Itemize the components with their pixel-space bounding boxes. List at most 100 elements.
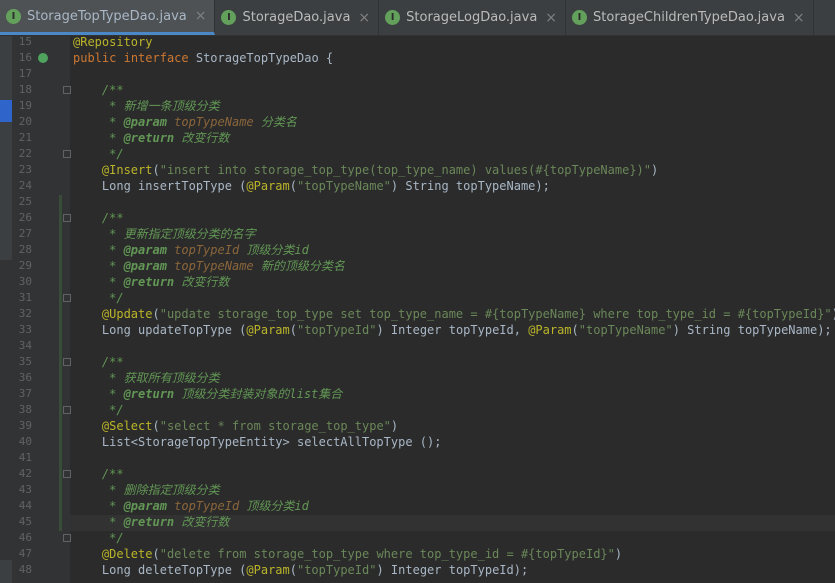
code-text[interactable]: * @return 改变行数 [73,130,229,146]
line-number: 44 [18,499,32,512]
fold-icon[interactable] [63,214,71,222]
line-number: 30 [18,275,32,288]
code-text[interactable]: Long insertTopType (@Param("topTypeName"… [73,178,550,194]
line-number: 34 [18,339,32,352]
code-line[interactable]: 48 Long deleteTopType (@Param("topTypeId… [0,562,835,578]
code-line[interactable]: 32 @Update("update storage_top_type set … [0,306,835,322]
code-line[interactable]: 35 /** [0,354,835,370]
code-line[interactable]: 41 [0,450,835,466]
code-line[interactable]: 27 * 更新指定顶级分类的名字 [0,226,835,242]
close-icon[interactable]: × [793,10,805,26]
line-number: 23 [18,163,32,176]
interface-icon: I [385,10,401,25]
fold-icon[interactable] [63,406,71,414]
code-line[interactable]: 47 @Delete("delete from storage_top_type… [0,546,835,562]
code-line[interactable]: 46 */ [0,530,835,546]
line-number: 29 [18,259,32,272]
code-text[interactable]: * 新增一条顶级分类 [73,98,219,114]
fold-icon[interactable] [63,358,71,366]
line-number: 15 [18,35,32,48]
code-text[interactable]: * 获取所有顶级分类 [73,370,219,386]
code-line[interactable]: 21 * @return 改变行数 [0,130,835,146]
tab-storage-top-type-dao[interactable]: I StorageTopTypeDao.java × [0,0,216,35]
line-number: 42 [18,467,32,480]
code-text[interactable]: * @return 改变行数 [73,274,229,290]
code-line[interactable]: 29 * @param topTypeName 新的顶级分类名 [0,258,835,274]
code-line[interactable]: 26 /** [0,210,835,226]
code-text[interactable]: */ [73,146,123,162]
code-line[interactable]: 20 * @param topTypeName 分类名 [0,114,835,130]
fold-icon[interactable] [63,470,71,478]
line-number: 39 [18,419,32,432]
tab-label: StorageDao.java [242,10,351,25]
line-number: 22 [18,147,32,160]
code-line[interactable]: 19 * 新增一条顶级分类 [0,98,835,114]
code-text[interactable]: * @param topTypeName 分类名 [73,114,297,130]
code-text[interactable]: */ [73,290,123,306]
tab-storage-log-dao[interactable]: I StorageLogDao.java × [379,0,567,35]
code-line[interactable]: 31 */ [0,290,835,306]
code-line[interactable]: 43 * 删除指定顶级分类 [0,482,835,498]
line-number: 19 [18,99,32,112]
code-text[interactable]: @Insert("insert into storage_top_type(to… [73,162,658,178]
code-text[interactable]: * @param topTypeId 顶级分类id [73,498,309,514]
close-icon[interactable]: × [195,8,207,24]
code-line[interactable]: 39 @Select("select * from storage_top_ty… [0,418,835,434]
code-text[interactable]: * 更新指定顶级分类的名字 [73,226,255,242]
line-number: 31 [18,291,32,304]
code-line[interactable]: 17 [0,66,835,82]
code-line[interactable]: 44 * @param topTypeId 顶级分类id [0,498,835,514]
code-line[interactable]: 25 [0,194,835,210]
fold-icon[interactable] [63,150,71,158]
tab-storage-dao[interactable]: I StorageDao.java × [215,0,380,35]
tab-label: StorageLogDao.java [406,10,538,25]
code-text[interactable]: /** [73,354,124,370]
code-line[interactable]: 30 * @return 改变行数 [0,274,835,290]
code-line[interactable]: 33 Long updateTopType (@Param("topTypeId… [0,322,835,338]
code-text[interactable]: @Select("select * from storage_top_type"… [73,418,398,434]
code-line[interactable]: 18 /** [0,82,835,98]
code-line[interactable]: 42 /** [0,466,835,482]
code-text[interactable]: /** [73,210,124,226]
code-text[interactable]: * 删除指定顶级分类 [73,482,219,498]
code-line[interactable]: 38 */ [0,402,835,418]
close-icon[interactable]: × [545,10,557,26]
implementations-gutter-icon[interactable] [38,53,48,63]
line-number: 48 [18,563,32,576]
code-text[interactable]: */ [73,402,123,418]
close-icon[interactable]: × [358,10,370,26]
code-text[interactable]: * @return 顶级分类封装对象的list集合 [73,386,342,402]
code-line[interactable]: 40 List<StorageTopTypeEntity> selectAllT… [0,434,835,450]
line-number: 43 [18,483,32,496]
code-text[interactable]: * @param topTypeId 顶级分类id [73,242,309,258]
code-line[interactable]: 28 * @param topTypeId 顶级分类id [0,242,835,258]
code-text[interactable]: Long updateTopType (@Param("topTypeId") … [73,322,832,338]
line-number: 47 [18,547,32,560]
code-text[interactable]: @Update("update storage_top_type set top… [73,306,835,322]
tab-storage-children-type-dao[interactable]: I StorageChildrenTypeDao.java × [566,0,814,35]
code-line[interactable]: 37 * @return 顶级分类封装对象的list集合 [0,386,835,402]
code-text[interactable]: * @return 改变行数 [73,514,229,530]
code-line[interactable]: 23 @Insert("insert into storage_top_type… [0,162,835,178]
code-line[interactable]: 45 * @return 改变行数 [0,514,835,530]
fold-icon[interactable] [63,534,71,542]
line-number: 33 [18,323,32,336]
code-text[interactable]: /** [73,82,124,98]
code-line[interactable]: 15 @Repository [0,34,835,50]
code-text[interactable]: Long deleteTopType (@Param("topTypeId") … [73,562,528,578]
fold-icon[interactable] [63,86,71,94]
code-text[interactable]: * @param topTypeName 新的顶级分类名 [73,258,345,274]
code-text[interactable]: @Delete("delete from storage_top_type wh… [73,546,622,562]
code-text[interactable]: public interface StorageTopTypeDao { [73,50,333,66]
fold-icon[interactable] [63,294,71,302]
code-text[interactable]: */ [73,530,123,546]
code-line[interactable]: 16 public interface StorageTopTypeDao { [0,50,835,66]
code-line[interactable]: 34 [0,338,835,354]
code-text[interactable]: /** [73,466,124,482]
code-line[interactable]: 24 Long insertTopType (@Param("topTypeNa… [0,178,835,194]
code-text[interactable]: List<StorageTopTypeEntity> selectAllTopT… [73,434,442,450]
code-text[interactable]: @Repository [73,34,152,50]
code-line[interactable]: 22 */ [0,146,835,162]
tab-label: StorageChildrenTypeDao.java [593,10,785,25]
code-line[interactable]: 36 * 获取所有顶级分类 [0,370,835,386]
